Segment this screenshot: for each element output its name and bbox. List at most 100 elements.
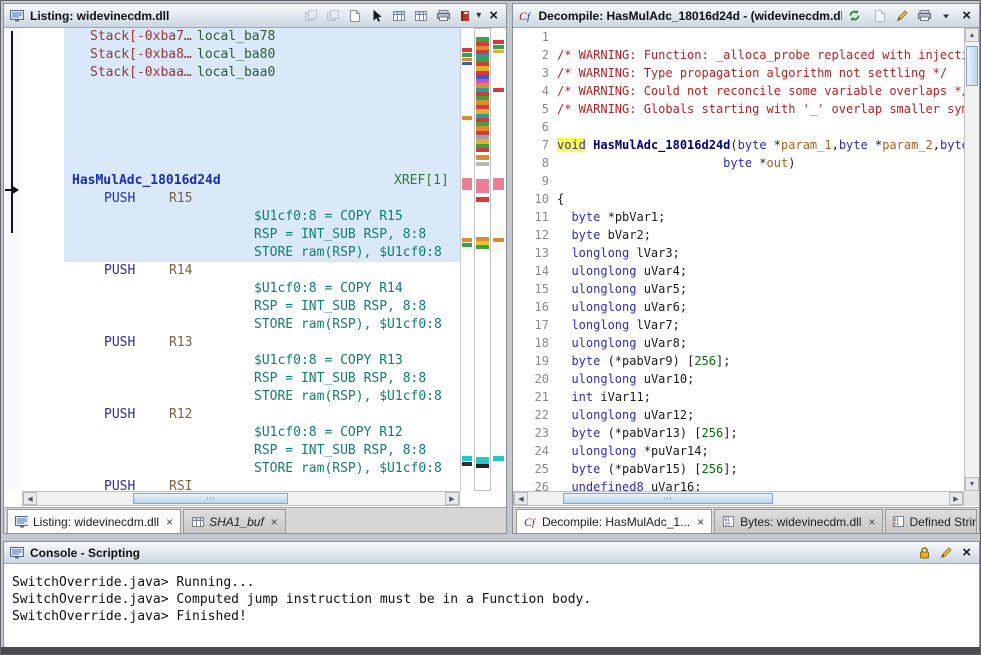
code-token[interactable] bbox=[557, 318, 571, 332]
code-token[interactable]: uVar8 bbox=[644, 336, 680, 350]
code-token[interactable] bbox=[557, 372, 571, 386]
marker-margin[interactable] bbox=[460, 28, 473, 491]
code-token[interactable]: /* WARNING: Type propagation algorithm n… bbox=[557, 66, 947, 80]
listing-line[interactable]: $U1cf0:8 = COPY R13 bbox=[22, 352, 460, 370]
tab-listing-widevinecdm-dll[interactable]: Listing: widevinecdm.dll× bbox=[7, 509, 181, 533]
code-token[interactable]: int bbox=[571, 390, 593, 404]
code-token[interactable]: ulonglong bbox=[571, 336, 636, 350]
decompile-line[interactable]: 8 byte *out) bbox=[513, 154, 964, 172]
code-token[interactable]: byte bbox=[571, 354, 600, 368]
pcode[interactable]: RSP = INT_SUB RSP, 8:8 bbox=[254, 370, 426, 388]
vertical-scrollbar[interactable]: ▲ ▼ bbox=[964, 28, 979, 491]
listing-line[interactable]: Stack[-0xba7…local_ba78 bbox=[22, 28, 460, 46]
code-token[interactable]: pbVar1 bbox=[615, 210, 658, 224]
code-token[interactable]: (* bbox=[600, 462, 622, 476]
code-token[interactable] bbox=[557, 210, 571, 224]
mnemonic[interactable]: PUSH bbox=[104, 262, 135, 280]
code-token[interactable] bbox=[636, 372, 643, 386]
code-token[interactable]: void bbox=[557, 138, 586, 152]
code-token[interactable]: ulonglong bbox=[571, 408, 636, 422]
pcode[interactable]: $U1cf0:8 = COPY R12 bbox=[254, 424, 403, 442]
overview-navigator[interactable] bbox=[474, 28, 491, 491]
tab-decompile-hasmuladc-1[interactable]: CfDecompile: HasMulAdc_1...× bbox=[516, 509, 712, 533]
stack-offset[interactable]: Stack[-0xba8… bbox=[90, 46, 192, 64]
code-token[interactable]: ulonglong bbox=[571, 444, 636, 458]
code-token[interactable]: byte bbox=[839, 138, 868, 152]
code-token[interactable] bbox=[557, 408, 571, 422]
code-token[interactable]: 256 bbox=[702, 462, 724, 476]
register[interactable]: R14 bbox=[169, 262, 192, 280]
code-token[interactable]: * bbox=[600, 210, 614, 224]
listing-line[interactable]: STORE ram(RSP), $U1cf0:8 bbox=[22, 460, 460, 478]
decompile-line[interactable]: 6 bbox=[513, 118, 964, 136]
code-token[interactable]: uVar5 bbox=[644, 282, 680, 296]
code-token[interactable]: uVar16 bbox=[651, 480, 694, 491]
listing-line[interactable]: RSP = INT_SUB RSP, 8:8 bbox=[22, 298, 460, 316]
listing-line[interactable]: STORE ram(RSP), $U1cf0:8 bbox=[22, 316, 460, 334]
register[interactable]: RSI bbox=[169, 478, 192, 491]
listing-line[interactable] bbox=[22, 154, 460, 172]
decompile-line[interactable]: 12 byte bVar2; bbox=[513, 226, 964, 244]
code-token[interactable]: HasMulAdc_18016d24d bbox=[593, 138, 730, 152]
pcode[interactable]: STORE ram(RSP), $U1cf0:8 bbox=[254, 388, 442, 406]
code-token[interactable]: 256 bbox=[694, 354, 716, 368]
code-token[interactable]: lVar7 bbox=[636, 318, 672, 332]
pcode[interactable]: RSP = INT_SUB RSP, 8:8 bbox=[254, 298, 426, 316]
code-token[interactable]: undefined8 bbox=[571, 480, 643, 491]
decompile-line[interactable]: 24 ulonglong *puVar14; bbox=[513, 442, 964, 460]
code-token[interactable]: ( bbox=[730, 138, 737, 152]
code-token[interactable] bbox=[636, 408, 643, 422]
clear-console-icon[interactable] bbox=[938, 546, 954, 560]
code-token[interactable]: ; bbox=[694, 480, 701, 491]
code-token[interactable] bbox=[644, 480, 651, 491]
decompile-line[interactable]: 26 undefined8 uVar16; bbox=[513, 478, 964, 491]
code-token[interactable]: /* WARNING: Function: _alloca_probe repl… bbox=[557, 48, 964, 62]
pcode[interactable]: $U1cf0:8 = COPY R13 bbox=[254, 352, 403, 370]
code-token[interactable] bbox=[636, 300, 643, 314]
scroll-left-button[interactable]: ◀ bbox=[23, 492, 37, 505]
code-token[interactable]: ; bbox=[673, 318, 680, 332]
listing-line[interactable]: Stack[-0xbaa…local_baa0 bbox=[22, 64, 460, 82]
tab-close-button[interactable]: × bbox=[271, 515, 278, 529]
pcode[interactable]: RSP = INT_SUB RSP, 8:8 bbox=[254, 226, 426, 244]
decompile-line[interactable]: 3/* WARNING: Type propagation algorithm … bbox=[513, 64, 964, 82]
xref[interactable]: XREF[1] bbox=[394, 172, 449, 190]
code-token[interactable]: ; bbox=[687, 372, 694, 386]
code-token[interactable] bbox=[636, 282, 643, 296]
code-token[interactable]: byte bbox=[571, 426, 600, 440]
pcode[interactable]: RSP = INT_SUB RSP, 8:8 bbox=[254, 442, 426, 460]
pcode[interactable]: STORE ram(RSP), $U1cf0:8 bbox=[254, 460, 442, 478]
listing-line[interactable]: HasMulAdc_18016d24dXREF[1] bbox=[22, 172, 460, 190]
code-token[interactable]: byte bbox=[571, 462, 600, 476]
code-token[interactable]: * bbox=[636, 444, 650, 458]
mnemonic[interactable]: PUSH bbox=[104, 334, 135, 352]
code-token[interactable]: (* bbox=[600, 426, 622, 440]
code-token[interactable]: ) [ bbox=[673, 354, 695, 368]
code-token[interactable]: param_1 bbox=[781, 138, 832, 152]
listing-view[interactable]: Stack[-0xba7…local_ba78Stack[-0xba8…loca… bbox=[22, 28, 460, 491]
listing-line[interactable] bbox=[22, 136, 460, 154]
code-token[interactable] bbox=[636, 336, 643, 350]
listing-line[interactable]: STORE ram(RSP), $U1cf0:8 bbox=[22, 244, 460, 262]
code-token[interactable]: * bbox=[752, 156, 766, 170]
listing-line[interactable]: $U1cf0:8 = COPY R12 bbox=[22, 424, 460, 442]
code-token[interactable] bbox=[557, 264, 571, 278]
code-token[interactable]: ; bbox=[658, 210, 665, 224]
marker-margin-right[interactable] bbox=[492, 28, 505, 491]
code-token[interactable]: byte bbox=[738, 138, 767, 152]
lock-icon[interactable] bbox=[916, 546, 932, 560]
decompile-line[interactable]: 10{ bbox=[513, 190, 964, 208]
code-token[interactable]: lVar3 bbox=[636, 246, 672, 260]
register[interactable]: R12 bbox=[169, 406, 192, 424]
pcode[interactable]: STORE ram(RSP), $U1cf0:8 bbox=[254, 316, 442, 334]
printer-icon[interactable] bbox=[435, 9, 451, 23]
copy-icon[interactable] bbox=[872, 9, 888, 23]
pcode[interactable]: $U1cf0:8 = COPY R15 bbox=[254, 208, 403, 226]
decompile-line[interactable]: 13 longlong lVar3; bbox=[513, 244, 964, 262]
decompile-line[interactable]: 23 byte (*pabVar13) [256]; bbox=[513, 424, 964, 442]
bookmarks-book-icon[interactable] bbox=[457, 9, 473, 23]
code-token[interactable]: ulonglong bbox=[571, 282, 636, 296]
menu-caret-icon[interactable] bbox=[938, 9, 954, 23]
code-token[interactable]: * bbox=[868, 138, 882, 152]
code-token[interactable] bbox=[557, 336, 571, 350]
